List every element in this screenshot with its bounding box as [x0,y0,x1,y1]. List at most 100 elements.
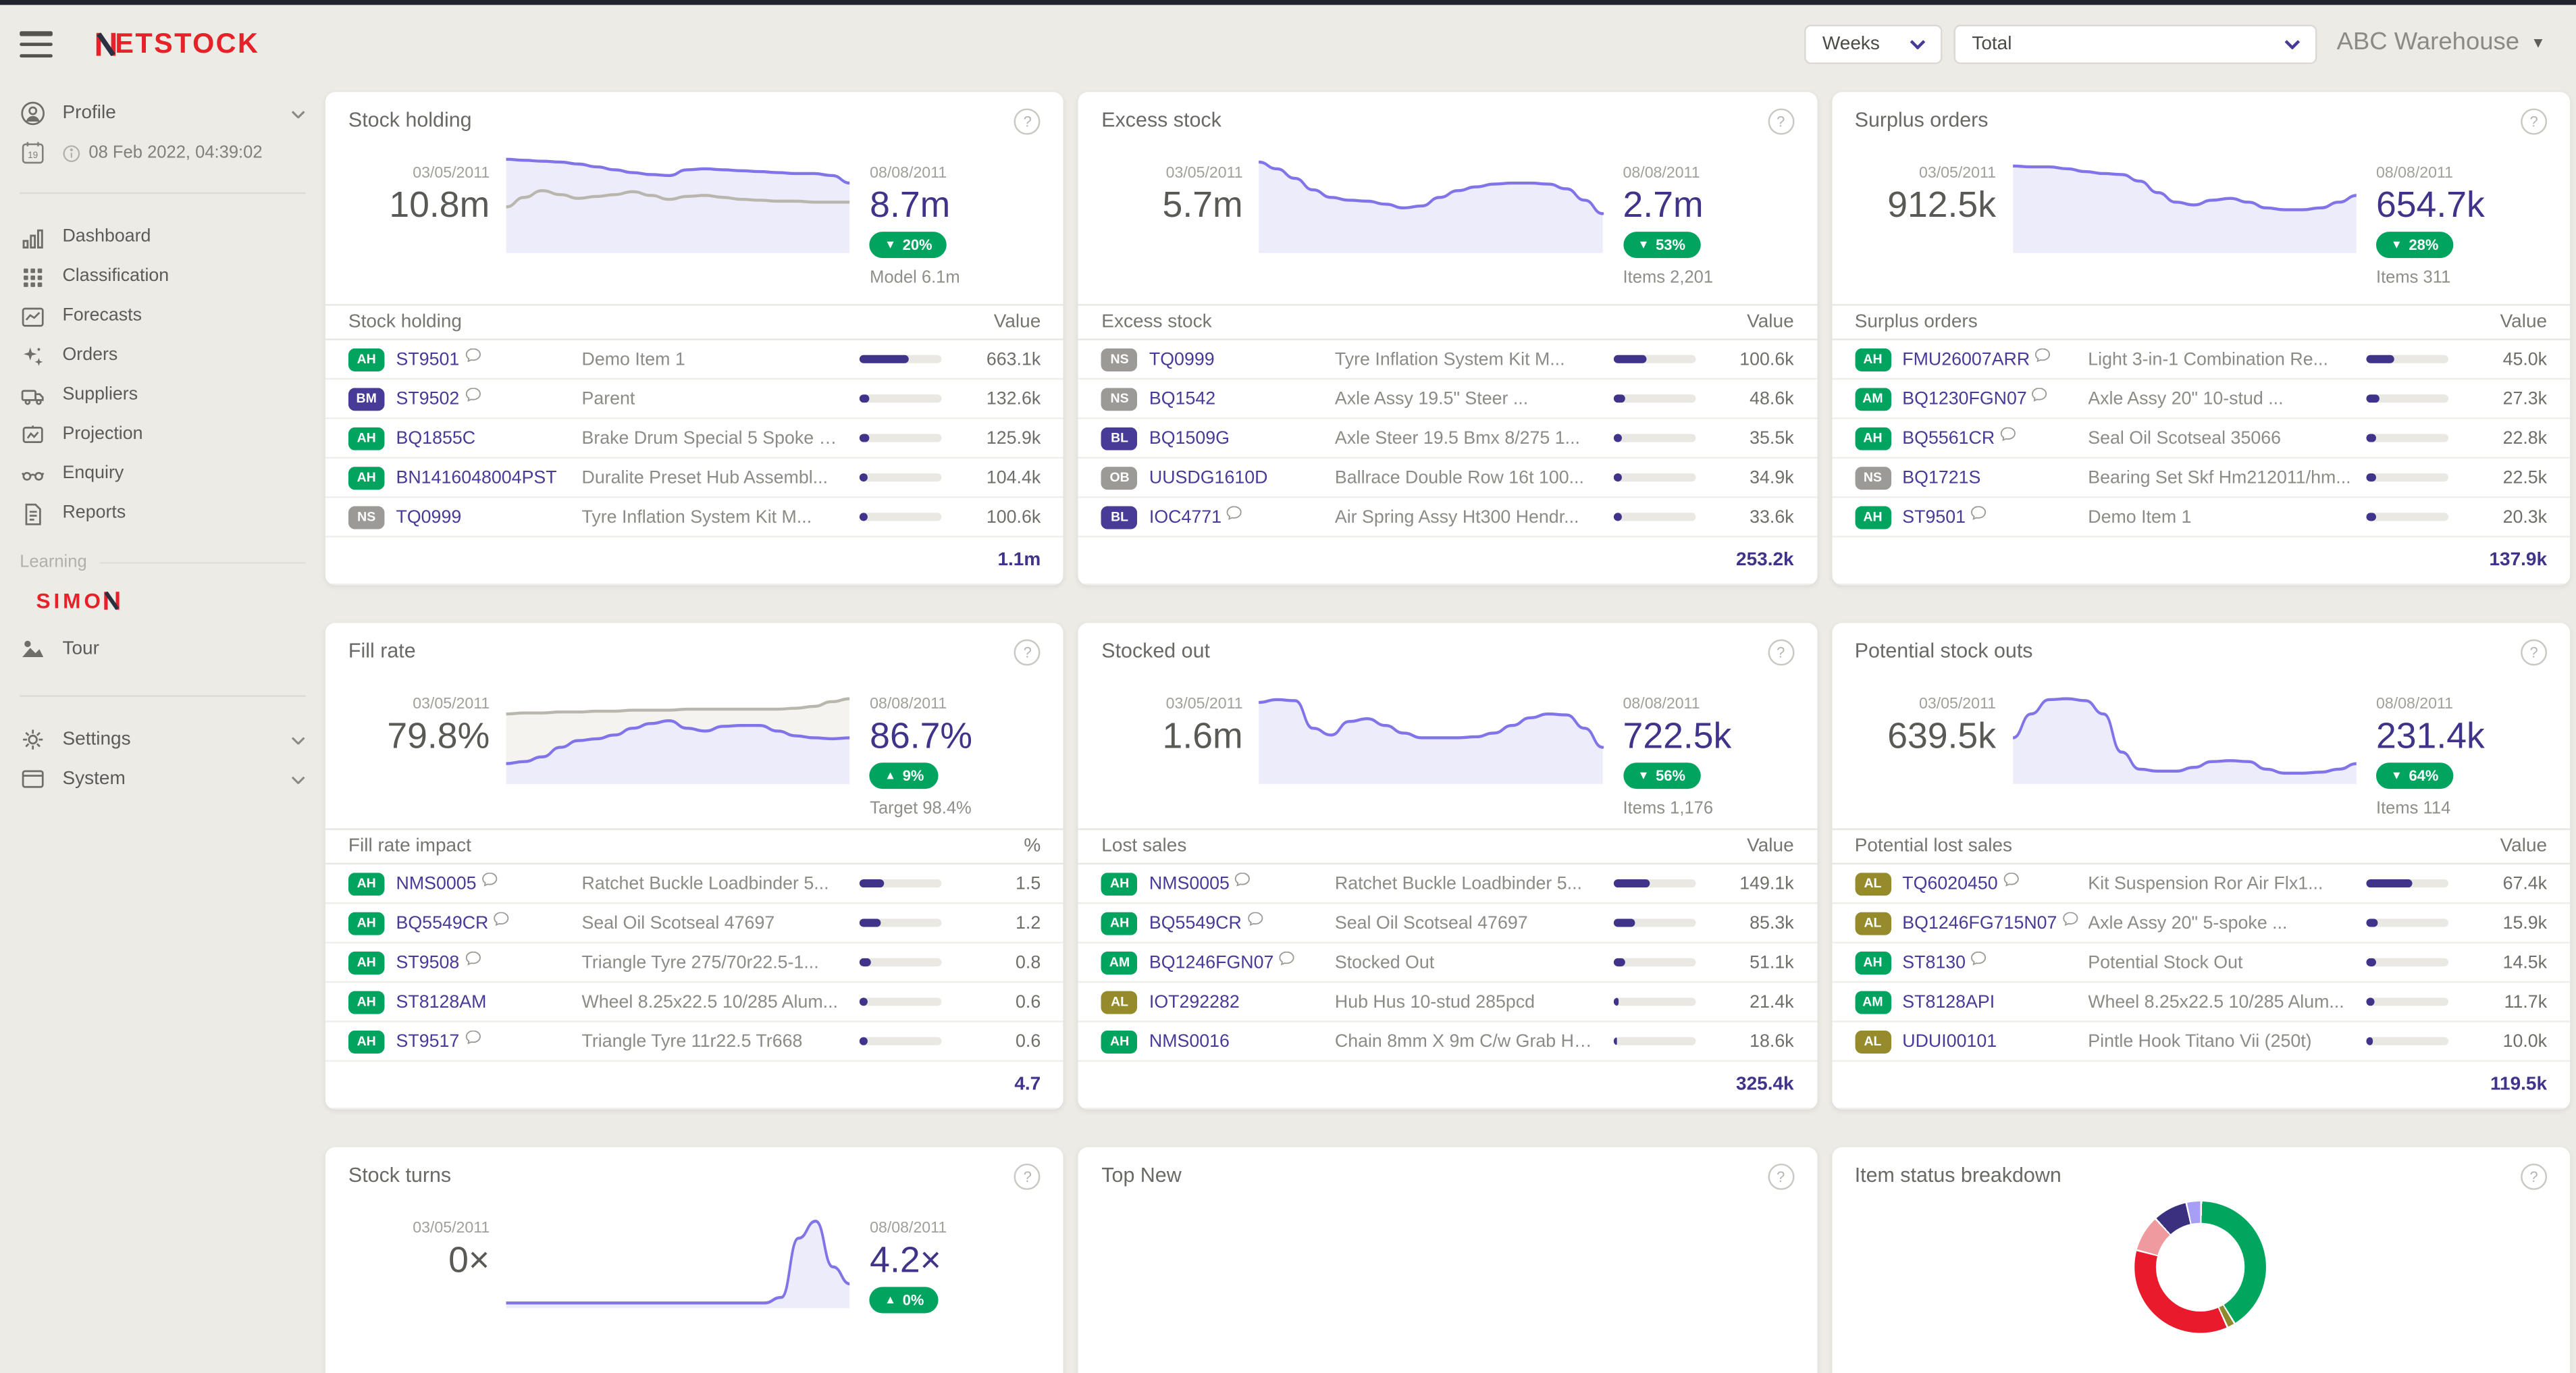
period-select[interactable]: Weeks [1804,24,1943,64]
item-value: 22.5k [2502,467,2548,488]
help-icon[interactable]: ? [1767,1163,1794,1190]
comment-bubble-icon[interactable] [2032,387,2048,402]
item-code-link[interactable]: ST9508 [396,952,459,972]
comment-bubble-icon[interactable] [1246,911,1263,926]
total-select[interactable]: Total [1953,24,2317,64]
table-header: Stock holding Value [325,304,1064,340]
classification-badge: AH [1854,426,1891,450]
item-code-link[interactable]: NMS0005 [396,873,476,893]
sidebar-item-enquiry[interactable]: Enquiry [0,454,325,493]
learning-section-label: Learning [20,552,306,572]
card-header: Top New ? [1078,1163,1816,1197]
item-code-link[interactable]: BQ1246FG715N07 [1902,913,2057,933]
item-code-link[interactable]: ST9502 [396,389,459,409]
classification-badge: AL [1854,911,1891,935]
sidebar-item-settings[interactable]: Settings [0,720,325,759]
hamburger-menu-icon[interactable] [20,31,53,58]
item-code-link[interactable]: IOC4771 [1149,507,1221,527]
item-code-link[interactable]: TQ0999 [1149,349,1215,369]
sidebar-item-reports[interactable]: Reports [0,493,325,532]
sidebar-item-dashboard[interactable]: Dashboard [0,217,325,256]
comment-bubble-icon[interactable] [465,387,481,402]
item-code-link[interactable]: ST9501 [396,349,459,369]
help-icon[interactable]: ? [1014,639,1041,666]
sidebar-item-tour[interactable]: Tour [0,629,325,669]
item-code-link[interactable]: BQ1230FGN07 [1902,389,2027,409]
item-code-link[interactable]: BQ5561CR [1902,428,1995,448]
sidebar-item-forecasts[interactable]: Forecasts [0,296,325,335]
sidebar-item-label: Enquiry [62,463,124,484]
table-row: AH FMU26007ARR Light 3-in-1 Combination … [1831,340,2571,380]
item-code-link[interactable]: IOT292282 [1149,992,1240,1012]
item-code-link[interactable]: TQ6020450 [1902,873,1997,893]
item-code-link[interactable]: ST8128API [1902,992,1995,1012]
item-code-link[interactable]: NMS0016 [1149,1031,1230,1051]
sidebar-item-suppliers[interactable]: Suppliers [0,375,325,414]
table-header-value: Value [1747,836,1794,856]
item-code-link[interactable]: BQ1509G [1149,428,1230,448]
sidebar-item-projection[interactable]: Projection [0,414,325,453]
comment-bubble-icon[interactable] [1226,505,1242,520]
table-row: AL UDUI00101 Pintle Hook Titano Vii (250… [1831,1022,2571,1062]
kpi-start: 03/05/2011 10.8m [348,145,506,280]
item-code-link[interactable]: ST8130 [1902,952,1966,972]
item-code-link[interactable]: UDUI00101 [1902,1031,1997,1051]
profile-menu[interactable]: Profile [0,100,325,126]
comment-bubble-icon[interactable] [465,950,481,966]
item-code-link[interactable]: UUSDG1610D [1149,467,1268,487]
help-icon[interactable]: ? [1014,108,1041,135]
item-code-link[interactable]: ST9517 [396,1031,459,1051]
item-description: Air Spring Assy Ht300 Hendr... [1334,507,1579,527]
item-code-link[interactable]: BN1416048004PST [396,467,556,487]
item-code-link[interactable]: BQ5549CR [1149,913,1242,933]
comment-bubble-icon[interactable] [2062,911,2078,926]
comment-bubble-icon[interactable] [2035,347,2051,363]
help-icon[interactable]: ? [1767,108,1794,135]
item-code-link[interactable]: BQ5549CR [396,913,488,933]
comment-bubble-icon[interactable] [1970,505,1987,520]
comment-bubble-icon[interactable] [494,911,510,926]
sidebar-item-orders[interactable]: Orders [0,335,325,374]
help-icon[interactable]: ? [2521,1163,2548,1190]
help-icon[interactable]: ? [1767,639,1794,666]
comment-bubble-icon[interactable] [2000,426,2016,442]
item-code-link[interactable]: BQ1855C [396,428,475,448]
item-code-link[interactable]: BQ1721S [1902,467,1980,487]
item-value: 0.8 [1016,952,1041,973]
item-code-link[interactable]: TQ0999 [396,507,461,527]
sparkline-chart [506,1203,850,1309]
comment-bubble-icon[interactable] [2003,872,2019,887]
table-row: AM BQ1230FGN07 Axle Assy 20" 10-stud ...… [1831,380,2571,419]
sidebar-item-label: Projection [62,423,143,444]
comment-bubble-icon[interactable] [1279,950,1295,966]
item-code-link[interactable]: ST9501 [1902,507,1966,527]
item-code-link[interactable]: ST8128AM [396,992,486,1012]
item-code-link[interactable]: BQ1542 [1149,389,1215,409]
value-bar [860,918,943,927]
warehouse-selector[interactable]: ABC Warehouse ▼ [2337,28,2546,55]
item-cell: OB UUSDG1610D [1101,465,1335,489]
item-cell: AL UDUI00101 [1854,1029,2088,1053]
kpi-subtext: Items 2,201 [1623,267,1714,288]
card-title: Top New [1101,1163,1182,1187]
comment-bubble-icon[interactable] [1970,950,1987,966]
item-code-link[interactable]: NMS0005 [1149,873,1230,893]
simon-logo-link[interactable]: SIMO [36,588,325,613]
item-code-link[interactable]: FMU26007ARR [1902,349,2030,369]
help-icon[interactable]: ? [2521,639,2548,666]
tour-label: Tour [62,639,99,659]
sidebar-item-system[interactable]: System [0,759,325,798]
sidebar-item-classification[interactable]: Classification [0,257,325,296]
comment-bubble-icon[interactable] [465,1029,481,1045]
kpi-end-value: 654.7k [2375,184,2485,226]
comment-bubble-icon[interactable] [465,347,481,363]
help-icon[interactable]: ? [1014,1163,1041,1190]
item-value: 85.3k [1750,912,1794,933]
kpi-start-value: 912.5k [1887,184,1996,226]
card-table: Surplus orders Value AH FMU26007ARR Ligh… [1831,304,2571,586]
comment-bubble-icon[interactable] [1234,872,1251,887]
help-icon[interactable]: ? [2521,108,2548,135]
item-code-link[interactable]: BQ1246FGN07 [1149,952,1274,972]
comment-bubble-icon[interactable] [481,872,498,887]
value-bar [860,473,943,482]
